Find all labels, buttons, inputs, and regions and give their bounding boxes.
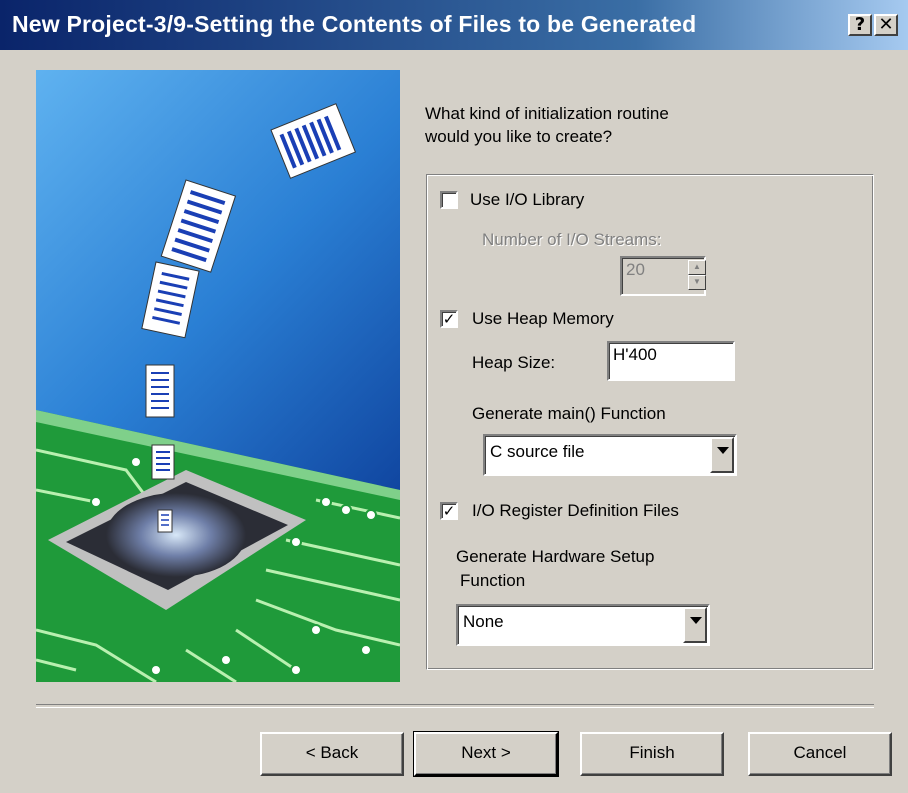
close-button[interactable]: ✕ xyxy=(874,14,898,36)
next-button[interactable]: Next > xyxy=(413,731,559,777)
window-title: New Project-3/9-Setting the Contents of … xyxy=(12,11,697,37)
title-bar[interactable]: New Project-3/9-Setting the Contents of … xyxy=(0,0,908,50)
heap-size-input[interactable]: H'400 xyxy=(607,341,735,381)
wizard-illustration xyxy=(36,70,400,682)
main-function-select[interactable]: C source file xyxy=(483,434,737,476)
io-streams-spinner[interactable]: ▲ ▼ xyxy=(688,260,706,290)
help-icon: ? xyxy=(854,14,866,35)
hardware-setup-select[interactable]: None xyxy=(456,604,710,646)
main-function-label: Generate main() Function xyxy=(472,404,666,423)
close-icon: ✕ xyxy=(878,14,894,35)
heap-memory-label[interactable]: Use Heap Memory xyxy=(472,309,614,329)
io-register-checkbox[interactable]: ✓ xyxy=(440,502,458,520)
dropdown-arrow-icon[interactable] xyxy=(683,607,707,643)
help-button[interactable]: ? xyxy=(848,14,872,36)
heap-size-label: Heap Size: xyxy=(472,353,556,372)
circuit-board-image xyxy=(36,70,400,682)
dropdown-arrow-icon[interactable] xyxy=(710,437,734,473)
separator xyxy=(36,704,874,708)
heap-memory-checkbox[interactable]: ✓ xyxy=(440,310,458,328)
io-library-label[interactable]: Use I/O Library xyxy=(470,190,584,210)
hardware-setup-label: Generate Hardware Setup Function xyxy=(456,547,655,590)
spin-down-icon[interactable]: ▼ xyxy=(688,275,706,290)
io-streams-label: Number of I/O Streams: xyxy=(482,230,662,249)
question-text: What kind of initialization routine woul… xyxy=(425,104,669,146)
finish-button[interactable]: Finish xyxy=(580,732,724,776)
back-button[interactable]: < Back xyxy=(260,732,404,776)
io-register-label[interactable]: I/O Register Definition Files xyxy=(472,501,679,521)
spin-up-icon[interactable]: ▲ xyxy=(688,260,706,275)
io-library-checkbox[interactable] xyxy=(440,191,458,209)
cancel-button[interactable]: Cancel xyxy=(748,732,892,776)
wizard-dialog: New Project-3/9-Setting the Contents of … xyxy=(0,0,908,793)
